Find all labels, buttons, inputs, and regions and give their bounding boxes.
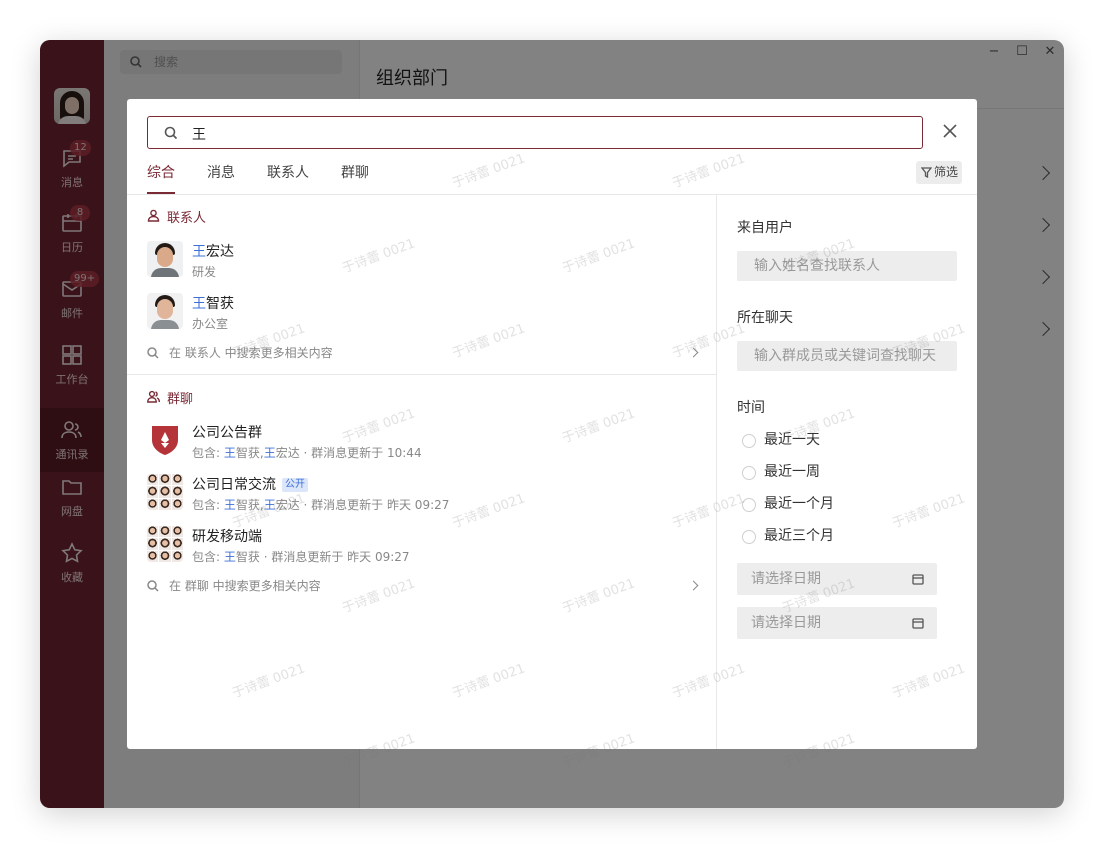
groups-section-title: 群聊	[147, 388, 193, 407]
contact-avatar	[147, 241, 183, 277]
search-icon	[164, 126, 178, 140]
filter-button[interactable]: 筛选	[916, 161, 962, 184]
groups-more-link[interactable]: 在 群聊 中搜索更多相关内容	[147, 576, 699, 596]
contacts-section-label: 联系人	[167, 211, 207, 226]
date-start-input[interactable]: 请选择日期	[737, 563, 937, 595]
search-input[interactable]: 王	[147, 116, 923, 149]
from-user-input[interactable]: 输入姓名查找联系人	[737, 251, 957, 281]
group-row[interactable]: 公司公告群 包含: 王智获,王宏达 · 群消息更新于 10:44	[147, 416, 697, 464]
group-name: 公司公告群	[192, 425, 262, 441]
group-avatar	[147, 526, 183, 562]
chevron-right-icon	[688, 347, 699, 358]
time-option-1-month[interactable]: 最近一个月	[742, 495, 834, 513]
group-icon	[147, 390, 160, 403]
contact-row[interactable]: 王智获 办公室	[147, 287, 697, 335]
member-text: 智获,	[235, 446, 264, 460]
filter-label: 筛选	[934, 165, 959, 179]
group-members-prefix: 包含:	[192, 498, 224, 512]
close-button[interactable]	[940, 121, 960, 141]
member-highlight: 王	[263, 446, 276, 460]
member-text: 宏达	[275, 446, 300, 460]
contacts-section-title: 联系人	[147, 207, 206, 226]
chat-input[interactable]: 输入群成员或关键词查找聊天	[737, 341, 957, 371]
chat-label: 所在聊天	[737, 310, 793, 326]
time-option-1-day[interactable]: 最近一天	[742, 431, 820, 449]
group-name: 研发移动端	[192, 529, 262, 545]
name-rest: 智获	[206, 296, 234, 312]
name-highlight: 王	[192, 296, 206, 312]
tab-all[interactable]: 综合	[147, 159, 175, 194]
contact-row[interactable]: 王宏达 研发	[147, 235, 697, 283]
member-highlight: 王	[223, 446, 236, 460]
filter-icon	[921, 167, 932, 178]
group-row[interactable]: 公司日常交流 公开 包含: 王智获,王宏达 · 群消息更新于 昨天 09:27	[147, 468, 697, 516]
member-text: 智获	[235, 550, 260, 564]
calendar-icon	[912, 618, 924, 629]
time-option-3-months[interactable]: 最近三个月	[742, 527, 834, 545]
contacts-more-link[interactable]: 在 联系人 中搜索更多相关内容	[147, 343, 699, 363]
time-label: 时间	[737, 400, 765, 416]
member-highlight: 王	[223, 550, 236, 564]
contact-department: 办公室	[192, 317, 229, 331]
member-text: 宏达	[275, 498, 300, 512]
chevron-right-icon	[688, 580, 699, 591]
search-icon	[147, 580, 159, 592]
close-icon	[943, 124, 957, 138]
group-update-time: · 群消息更新于 昨天 09:27	[259, 550, 410, 564]
name-rest: 宏达	[206, 244, 234, 260]
search-tabs: 综合 消息 联系人 群聊	[147, 159, 401, 194]
member-text: 智获,	[235, 498, 264, 512]
search-icon	[147, 347, 159, 359]
group-members-prefix: 包含:	[192, 446, 224, 460]
date-start-placeholder: 请选择日期	[751, 571, 821, 587]
contacts-more-label: 在 联系人 中搜索更多相关内容	[169, 346, 333, 360]
shield-logo-icon	[152, 426, 178, 455]
tab-groups[interactable]: 群聊	[341, 159, 369, 194]
group-members-prefix: 包含:	[192, 550, 224, 564]
group-avatar	[147, 474, 183, 510]
date-end-placeholder: 请选择日期	[751, 615, 821, 631]
date-end-input[interactable]: 请选择日期	[737, 607, 937, 639]
contact-department: 研发	[192, 265, 217, 279]
group-avatar	[147, 422, 183, 458]
group-update-time: · 群消息更新于 昨天 09:27	[299, 498, 450, 512]
from-user-label: 来自用户	[737, 220, 793, 236]
group-row[interactable]: 研发移动端 包含: 王智获 · 群消息更新于 昨天 09:27	[147, 520, 697, 568]
time-option-1-week[interactable]: 最近一周	[742, 463, 820, 481]
search-value: 王	[192, 127, 206, 143]
group-name: 公司日常交流	[192, 477, 276, 493]
tab-messages[interactable]: 消息	[207, 159, 235, 194]
group-update-time: · 群消息更新于 10:44	[299, 446, 422, 460]
groups-more-label: 在 群聊 中搜索更多相关内容	[169, 579, 321, 593]
public-tag: 公开	[282, 478, 308, 492]
contact-avatar	[147, 293, 183, 329]
search-modal: 王 综合 消息 联系人 群聊 筛选 联系人 王宏达 研发 王智获 办公室 在 联…	[127, 99, 977, 749]
member-highlight: 王	[263, 498, 276, 512]
tab-contacts[interactable]: 联系人	[267, 159, 309, 194]
person-icon	[147, 209, 160, 222]
calendar-icon	[912, 574, 924, 585]
name-highlight: 王	[192, 244, 206, 260]
groups-section-label: 群聊	[167, 392, 194, 407]
member-highlight: 王	[223, 498, 236, 512]
